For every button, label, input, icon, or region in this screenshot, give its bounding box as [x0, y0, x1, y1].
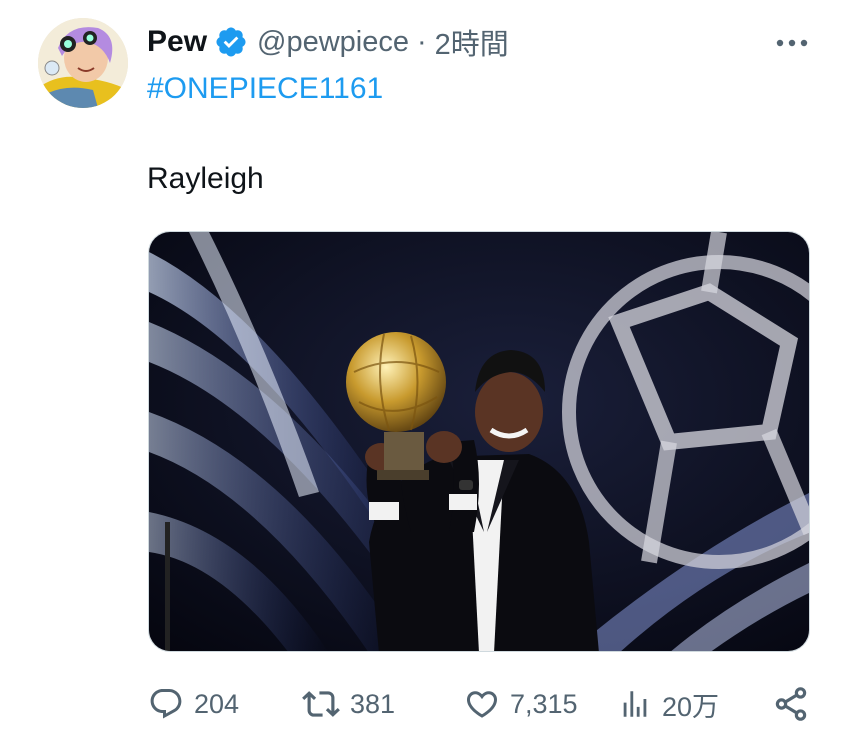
more-options-button[interactable] — [772, 28, 812, 58]
separator-dot: · — [417, 25, 427, 58]
tweet-media-photo[interactable] — [148, 231, 810, 652]
views-button[interactable]: 20万 — [618, 682, 719, 726]
reply-count: 204 — [194, 688, 240, 719]
tweet-timestamp[interactable]: 2時間 — [435, 21, 509, 63]
retweet-button[interactable]: 381 — [302, 682, 395, 726]
share-icon — [775, 687, 807, 721]
tweet-text: Rayleigh — [147, 162, 264, 195]
views-chart-icon — [623, 691, 647, 717]
share-button[interactable] — [772, 682, 810, 726]
tweet: Pew @pewpiece · 2時間 #ONEPIECE1161 Raylei… — [0, 0, 850, 745]
tweet-header: Pew @pewpiece · 2時間 — [147, 22, 509, 62]
reply-icon — [150, 689, 182, 719]
heart-icon — [466, 691, 498, 718]
views-count: 20万 — [662, 691, 720, 722]
author-handle[interactable]: @pewpiece — [257, 26, 409, 59]
like-button[interactable]: 7,315 — [464, 682, 578, 726]
avatar-image — [38, 18, 128, 108]
like-count: 7,315 — [510, 688, 578, 719]
reply-button[interactable]: 204 — [148, 682, 239, 726]
photo-trophy-ceremony-image — [149, 232, 809, 651]
retweet-count: 381 — [350, 688, 396, 719]
author-display-name[interactable]: Pew — [147, 25, 207, 59]
tweet-actions-bar: 204 381 7,315 20万 — [0, 682, 850, 726]
hashtag-link[interactable]: #ONEPIECE1161 — [147, 72, 383, 106]
more-dots-icon — [776, 39, 808, 47]
retweet-icon — [302, 691, 340, 717]
author-avatar[interactable] — [38, 18, 128, 108]
verified-badge-icon — [214, 25, 248, 59]
